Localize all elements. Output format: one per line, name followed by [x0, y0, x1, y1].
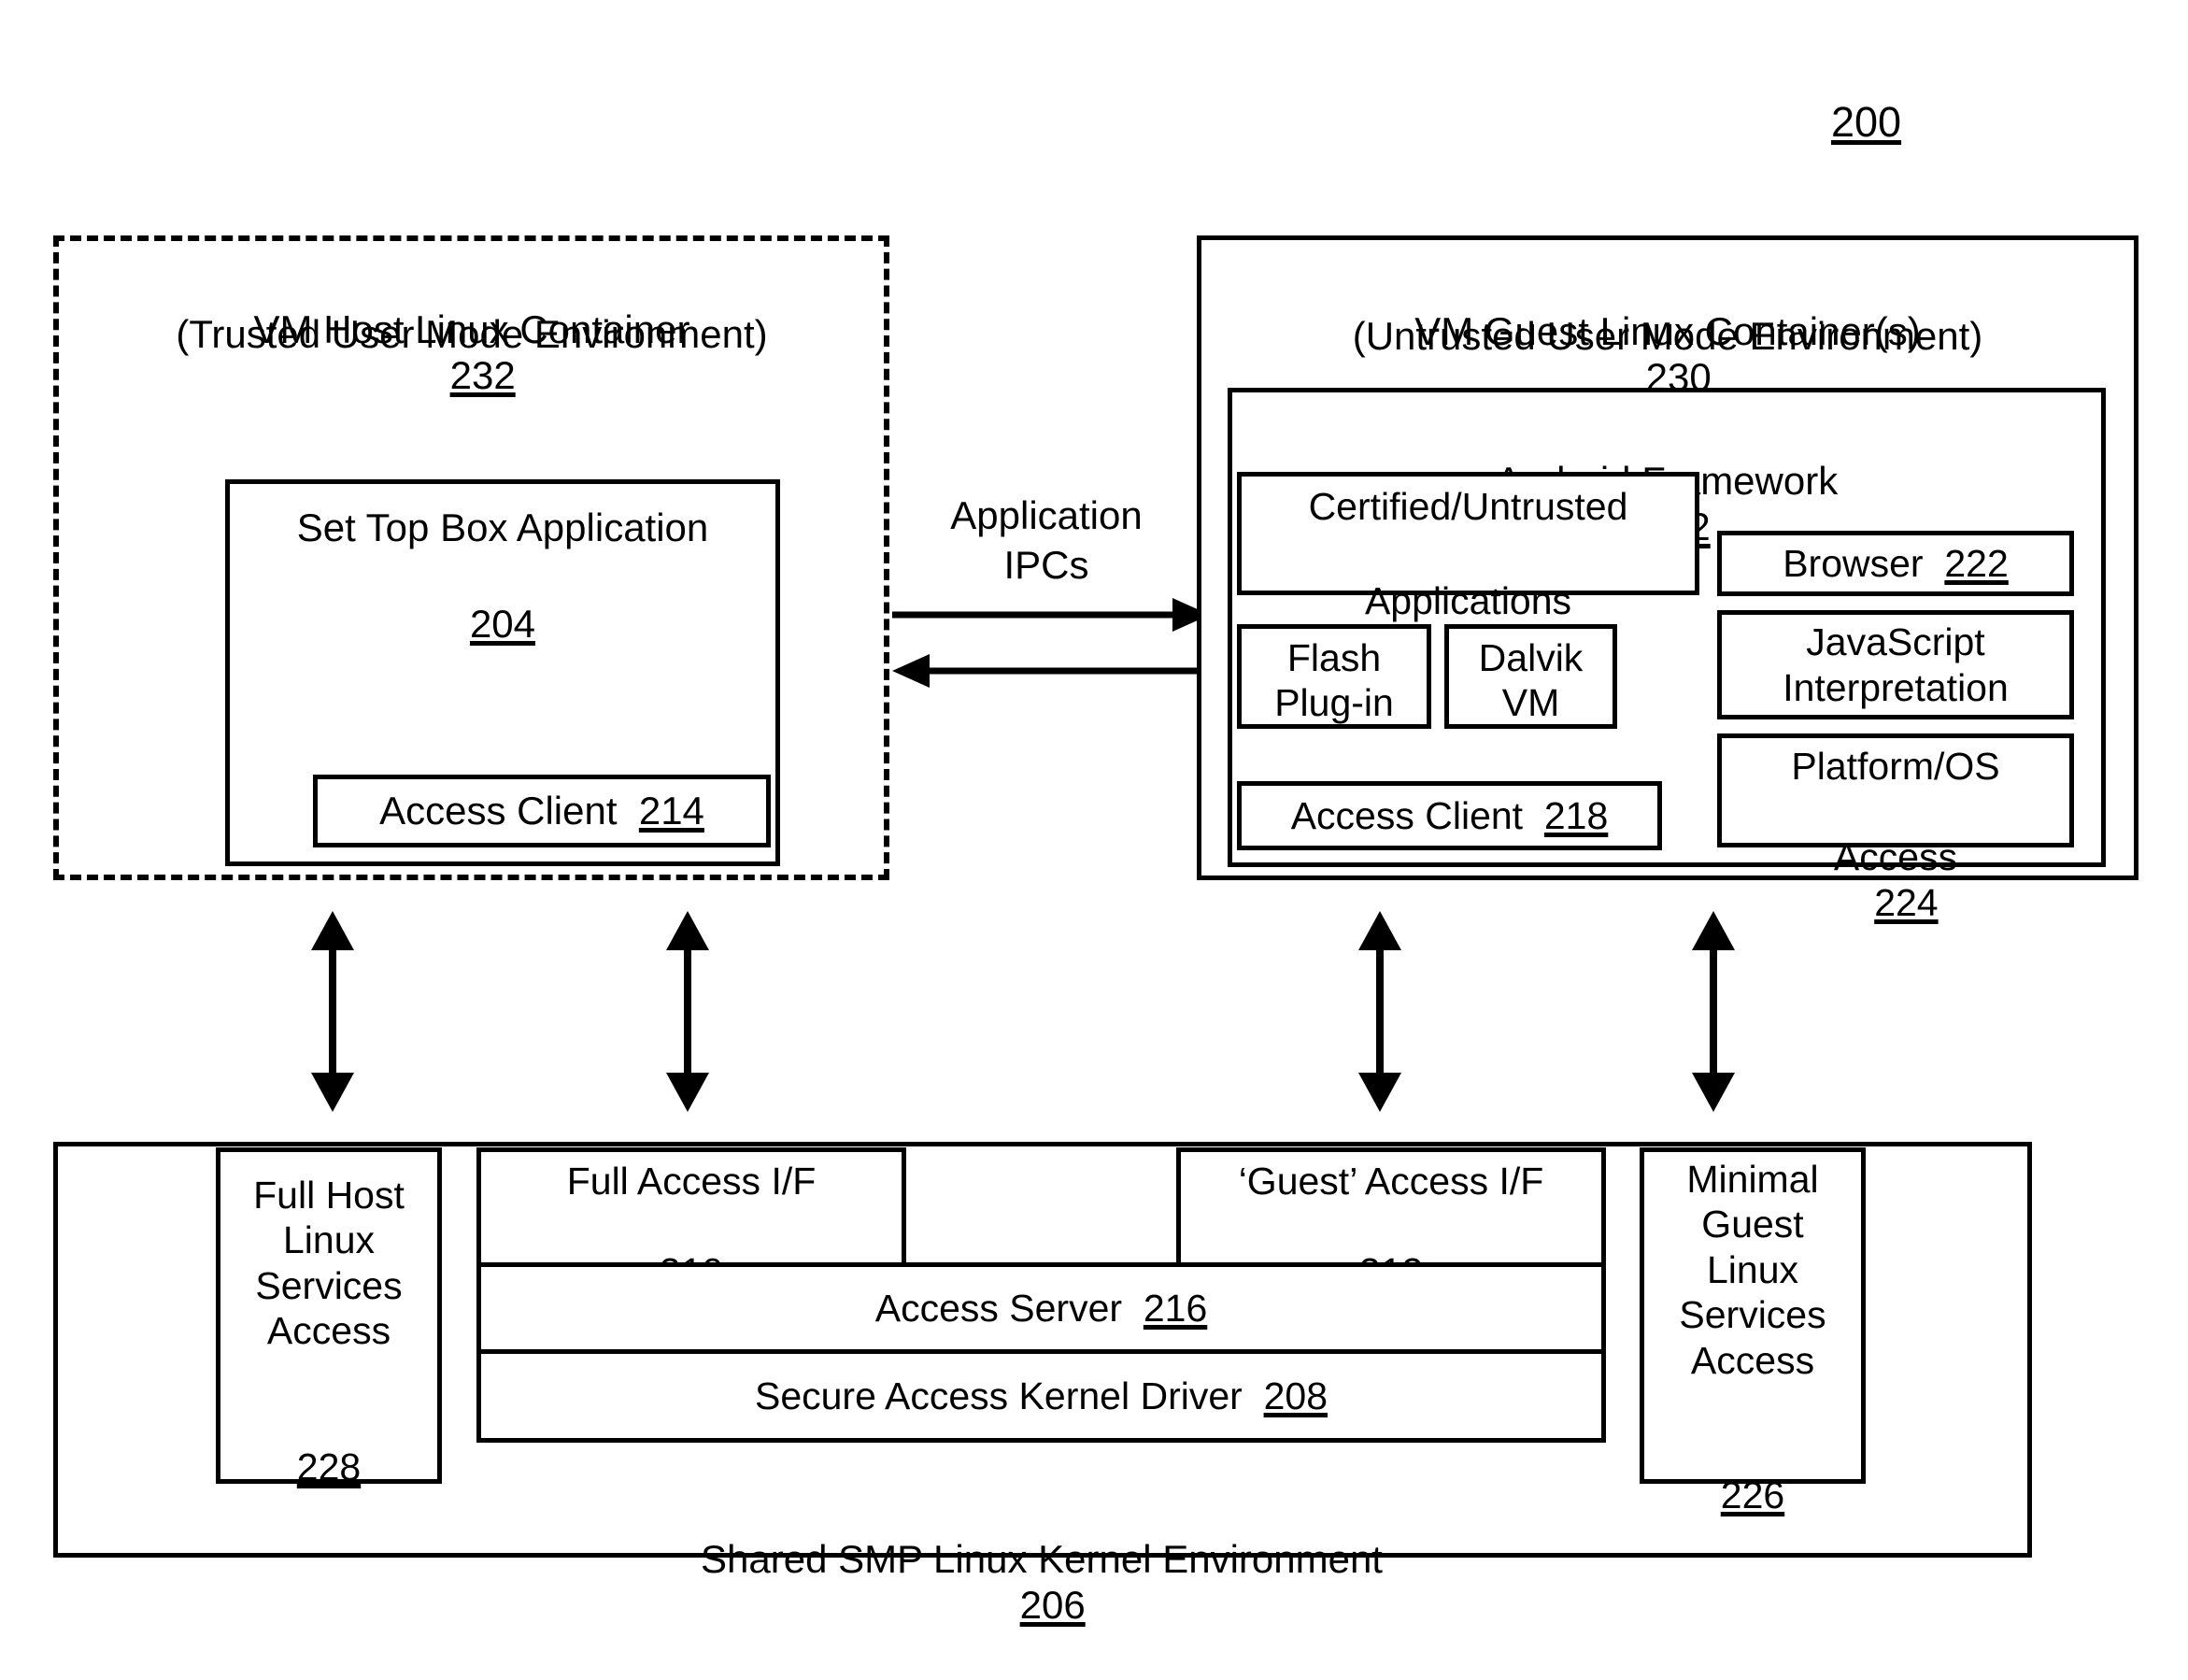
vm-guest-container-subtitle: (Untrusted User Mode Environment) — [1352, 314, 1983, 358]
connector-host-right — [666, 911, 709, 1112]
minimal-guest-linux-services-access-ref-line: 226 — [1645, 1428, 1860, 1518]
vertical-double-arrow-icon — [311, 911, 354, 1112]
application-ipcs-label-line2: IPCs — [1003, 543, 1089, 587]
shared-smp-kernel-ref: 206 — [1019, 1583, 1086, 1628]
set-top-box-application-ref-line: 204 — [238, 554, 767, 647]
dalvik-vm-line1: Dalvik — [1478, 636, 1584, 679]
certified-untrusted-applications-line2: Applications — [1364, 579, 1572, 623]
set-top-box-application-ref: 204 — [469, 601, 536, 646]
flash-plugin-line2: Plug-in — [1274, 681, 1394, 724]
secure-access-kernel-driver-label-row: Secure Access Kernel Driver 208 — [476, 1349, 1606, 1443]
platform-os-access-ref: 224 — [1874, 880, 1939, 924]
diagram-canvas: 200 VM Host Linux Container 232 (Trusted… — [0, 0, 2188, 1680]
full-host-linux-services-access-ref: 228 — [296, 1445, 362, 1489]
vm-host-container-subtitle: (Trusted User Mode Environment) — [176, 312, 768, 356]
guest-access-client-ref: 218 — [1543, 793, 1609, 837]
certified-untrusted-applications-line1: Certified/Untrusted — [1308, 485, 1628, 528]
host-access-client-label: Access Client — [379, 789, 618, 833]
figure-number: 200 — [1831, 98, 1901, 147]
full-host-linux-services-access-ref-line: 228 — [221, 1400, 436, 1490]
javascript-interpretation-line2: Interpretation — [1783, 666, 2009, 709]
flash-plugin-line1: Flash — [1286, 636, 1382, 679]
shared-smp-kernel-label-row: Shared SMP Linux Kernel Environment 206 — [495, 1489, 1588, 1629]
guest-access-client-label-row: Access Client 218 — [1237, 781, 1662, 850]
set-top-box-application-title: Set Top Box Application — [296, 505, 709, 549]
figure-number-text: 200 — [1831, 98, 1902, 146]
dalvik-vm-line2: VM — [1501, 681, 1560, 724]
browser-module-label: Browser — [1783, 541, 1924, 585]
access-server-label-row: Access Server 216 — [476, 1262, 1606, 1354]
shared-smp-kernel-label: Shared SMP Linux Kernel Environment — [701, 1536, 1383, 1581]
browser-module-label-row: Browser 222 — [1717, 531, 2074, 596]
vm-host-container-ref: 232 — [449, 353, 516, 398]
minimal-guest-linux-services-access-ref: 226 — [1720, 1474, 1785, 1517]
full-access-if-label: Full Access I/F — [566, 1160, 817, 1203]
arrow-left-icon — [892, 654, 1210, 688]
browser-module-ref: 222 — [1944, 541, 2009, 585]
host-access-client-ref: 214 — [638, 789, 704, 833]
connector-guest-right — [1692, 911, 1735, 1112]
connector-host-left — [311, 911, 354, 1112]
vertical-double-arrow-icon — [1692, 911, 1735, 1112]
host-access-client-label-row: Access Client 214 — [313, 775, 771, 847]
connector-guest-left — [1358, 911, 1401, 1112]
access-server-ref: 216 — [1143, 1286, 1208, 1330]
access-server-label: Access Server — [874, 1286, 1123, 1330]
vertical-double-arrow-icon — [666, 911, 709, 1112]
arrow-right-icon — [892, 598, 1210, 632]
minimal-guest-linux-services-access-text: Minimal Guest Linux Services Access — [1679, 1158, 1826, 1382]
application-ipcs-label-line1: Application — [950, 493, 1143, 537]
platform-os-access-line2: Access — [1833, 835, 1958, 879]
full-host-linux-services-access-text: Full Host Linux Services Access — [253, 1174, 405, 1353]
secure-access-kernel-driver-label: Secure Access Kernel Driver — [754, 1374, 1243, 1417]
platform-os-access-line1: Platform/OS — [1791, 745, 2000, 788]
javascript-interpretation-line1: JavaScript — [1806, 620, 1985, 663]
guest-access-client-label: Access Client — [1290, 793, 1524, 837]
vertical-double-arrow-icon — [1358, 911, 1401, 1112]
platform-os-access-line2-row: Access 224 — [1724, 790, 2067, 925]
secure-access-kernel-driver-ref: 208 — [1263, 1374, 1328, 1417]
guest-access-if-label: ‘Guest’ Access I/F — [1238, 1160, 1544, 1203]
application-ipcs-arrows — [892, 598, 1210, 688]
